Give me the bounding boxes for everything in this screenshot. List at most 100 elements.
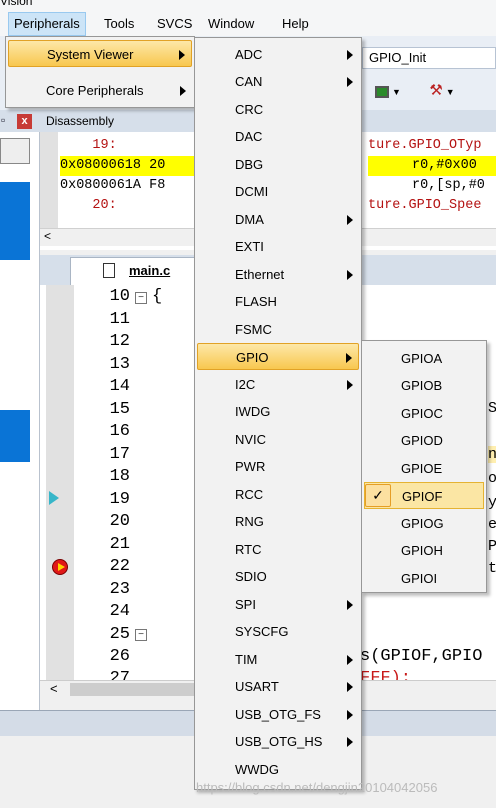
- menu-item-gpioh[interactable]: GPIOH: [364, 537, 484, 564]
- right-text: P: [488, 538, 496, 555]
- submenu-arrow-icon: [346, 353, 352, 363]
- menu-item-wwdg[interactable]: WWDG: [197, 756, 359, 783]
- function-selector[interactable]: GPIO_Init: [362, 47, 496, 69]
- code-line: s(GPIOF,GPIO: [360, 647, 483, 666]
- disasm-line-src: r0,[sp,#0: [412, 178, 485, 193]
- menu-item-rtc[interactable]: RTC: [197, 536, 359, 563]
- menu-item-syscfg[interactable]: SYSCFG: [197, 618, 359, 645]
- gpio-menu: GPIOA GPIOB GPIOC GPIOD GPIOE ✓ GPIOF GP…: [361, 340, 487, 593]
- menu-item-label: I2C: [235, 377, 256, 392]
- right-text: y: [488, 494, 496, 511]
- menu-item-label: SYSCFG: [235, 624, 289, 639]
- submenu-arrow-icon: [347, 710, 353, 720]
- menu-item-label: NVIC: [235, 432, 267, 447]
- menu-item-crc[interactable]: CRC: [197, 96, 359, 123]
- menu-item-usart[interactable]: USART: [197, 673, 359, 700]
- line-number: 25: [109, 625, 130, 644]
- tab-main-c[interactable]: main.c: [70, 257, 200, 285]
- menu-item-usb-otg-fs[interactable]: USB_OTG_FS: [197, 701, 359, 728]
- menu-item-gpioa[interactable]: GPIOA: [364, 345, 484, 372]
- menu-item-label: EXTI: [235, 239, 264, 254]
- menu-item-label: RCC: [235, 487, 264, 502]
- fold-icon[interactable]: −: [135, 292, 147, 304]
- close-icon[interactable]: x: [17, 114, 32, 129]
- menu-item-exti[interactable]: EXTI: [197, 233, 359, 260]
- line-number: 11: [109, 310, 130, 329]
- menu-item-ethernet[interactable]: Ethernet: [197, 261, 359, 288]
- menu-item-label: GPIOG: [401, 516, 444, 531]
- menu-peripherals[interactable]: Peripherals: [8, 12, 86, 36]
- pane-combo[interactable]: [0, 138, 30, 164]
- submenu-arrow-icon: [347, 215, 353, 225]
- line-number: 19: [109, 490, 130, 509]
- menu-item-label: SPI: [235, 597, 256, 612]
- breakpoint-margin[interactable]: [46, 285, 74, 680]
- chip-config-button[interactable]: ▼: [368, 80, 408, 102]
- menu-item-dac[interactable]: DAC: [197, 123, 359, 150]
- menu-item-gpioi[interactable]: GPIOI: [364, 565, 484, 592]
- selected-tree-item[interactable]: [0, 182, 30, 260]
- system-viewer-menu: ADC CAN CRC DAC DBG DCMI DMA EXTI Ethern…: [194, 37, 362, 790]
- menu-item-adc[interactable]: ADC: [197, 41, 359, 68]
- line-number: 10: [109, 287, 130, 306]
- line-number: 23: [109, 580, 130, 599]
- menu-item-gpiof[interactable]: ✓ GPIOF: [364, 482, 484, 509]
- menu-item-sdio[interactable]: SDIO: [197, 563, 359, 590]
- menu-item-label: System Viewer: [47, 47, 134, 62]
- menu-tools[interactable]: Tools: [99, 12, 139, 36]
- tools-button[interactable]: ⚒ ▼: [420, 80, 464, 102]
- submenu-arrow-icon: [347, 737, 353, 747]
- submenu-arrow-icon: [179, 50, 185, 60]
- submenu-arrow-icon: [347, 270, 353, 280]
- line-number: 21: [109, 535, 130, 554]
- fold-icon[interactable]: −: [135, 629, 147, 641]
- menu-item-gpiob[interactable]: GPIOB: [364, 372, 484, 399]
- code-line: {: [152, 287, 163, 306]
- menu-item-rcc[interactable]: RCC: [197, 481, 359, 508]
- scroll-left-icon[interactable]: <: [50, 681, 58, 696]
- menu-item-dcmi[interactable]: DCMI: [197, 178, 359, 205]
- menu-item-rng[interactable]: RNG: [197, 508, 359, 535]
- menu-item-iwdg[interactable]: IWDG: [197, 398, 359, 425]
- menu-item-label: ADC: [235, 47, 263, 62]
- wrench-icon: ⚒: [429, 82, 443, 99]
- menu-item-can[interactable]: CAN: [197, 68, 359, 95]
- menu-item-dma[interactable]: DMA: [197, 206, 359, 233]
- menu-item-gpio[interactable]: GPIO: [197, 343, 359, 370]
- scroll-left-icon[interactable]: <: [44, 229, 51, 243]
- menu-item-spi[interactable]: SPI: [197, 591, 359, 618]
- menu-svcs[interactable]: SVCS: [152, 12, 197, 36]
- right-text: e: [488, 516, 496, 533]
- menu-item-core-peripherals[interactable]: Core Peripherals: [8, 77, 192, 104]
- menu-item-gpioc[interactable]: GPIOC: [364, 400, 484, 427]
- menu-window[interactable]: Window: [203, 12, 259, 36]
- menu-item-i2c[interactable]: I2C: [197, 371, 359, 398]
- menu-item-label: GPIOF: [402, 489, 443, 504]
- menu-item-label: DBG: [235, 157, 264, 172]
- menu-item-gpiog[interactable]: GPIOG: [364, 510, 484, 537]
- window-title: Vision: [0, 0, 496, 12]
- disassembly-gutter: [40, 132, 58, 228]
- pin-icon[interactable]: ▫: [1, 113, 5, 127]
- submenu-arrow-icon: [347, 600, 353, 610]
- submenu-arrow-icon: [180, 86, 186, 96]
- menu-item-fsmc[interactable]: FSMC: [197, 316, 359, 343]
- menu-item-nvic[interactable]: NVIC: [197, 426, 359, 453]
- menu-item-pwr[interactable]: PWR: [197, 453, 359, 480]
- menu-item-flash[interactable]: FLASH: [197, 288, 359, 315]
- right-text: S: [488, 400, 496, 417]
- menu-item-gpioe[interactable]: GPIOE: [364, 455, 484, 482]
- menu-item-label: USART: [235, 679, 279, 694]
- menu-item-label: GPIOD: [401, 433, 443, 448]
- menu-item-label: Ethernet: [235, 267, 285, 282]
- menu-item-dbg[interactable]: DBG: [197, 151, 359, 178]
- menu-item-tim[interactable]: TIM: [197, 646, 359, 673]
- menu-item-gpiod[interactable]: GPIOD: [364, 427, 484, 454]
- checkmark-icon: ✓: [365, 484, 391, 507]
- menu-help[interactable]: Help: [277, 12, 314, 36]
- selected-tree-item[interactable]: [0, 410, 30, 462]
- menu-item-label: GPIOB: [401, 378, 443, 393]
- menu-item-usb-otg-hs[interactable]: USB_OTG_HS: [197, 728, 359, 755]
- chevron-down-icon: ▼: [392, 87, 401, 97]
- menu-item-system-viewer[interactable]: System Viewer: [8, 40, 192, 67]
